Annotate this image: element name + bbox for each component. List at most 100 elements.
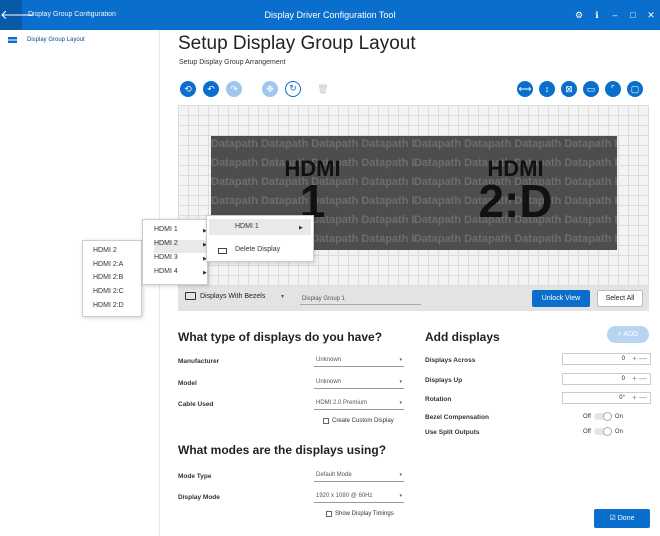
displays-heading: What type of displays do you have? (178, 330, 383, 344)
toggle-switch[interactable] (593, 427, 612, 436)
select-all-button[interactable]: Select All (597, 290, 643, 307)
plus-minus-icon[interactable]: + — (632, 374, 647, 384)
toggle-switch[interactable] (593, 412, 612, 421)
plus-minus-icon[interactable]: + — (632, 393, 647, 403)
model-label: Model (178, 380, 197, 387)
undo-icon[interactable]: ↶ (203, 81, 219, 97)
settings-gear-icon[interactable]: ⚙ (571, 0, 587, 30)
toggle-on-label: On (614, 413, 623, 420)
monitor-icon (218, 248, 227, 254)
app-window: 🡐 Display Group Configuration Display Dr… (0, 0, 660, 536)
checkbox-box (323, 418, 329, 424)
display-mode-value: 1920 x 1080 @ 60Hz (316, 493, 373, 499)
display-mode-label: Display Mode (178, 494, 220, 501)
menu-item-hdmi-2c[interactable]: HDMI 2:C (93, 288, 124, 295)
cable-select[interactable]: HDMI 2.0 Premium ▾ (314, 397, 404, 410)
stepper-value: 0 (621, 356, 625, 362)
plus-minus-icon[interactable]: + — (632, 354, 647, 364)
chevron-down-icon[interactable]: ▾ (281, 293, 284, 300)
sidebar-item-label: Display Group Layout (27, 37, 85, 43)
window-title: Display Driver Configuration Tool (264, 10, 396, 20)
mode-type-value: Default Mode (316, 472, 352, 478)
stepper-value: 0 (621, 376, 625, 382)
toggle-off-label: Off (583, 413, 591, 420)
displays-across-stepper[interactable]: 0 + — (562, 353, 651, 365)
fit-width-icon[interactable]: ⟷ (517, 81, 533, 97)
displays-across-label: Displays Across (425, 357, 476, 364)
stepper-value: 0° (619, 395, 625, 401)
unlock-view-button[interactable]: Unlock View (532, 290, 590, 307)
redo-icon[interactable]: ↷ (226, 81, 242, 97)
add-button[interactable]: + ADD (607, 326, 649, 343)
monitor-icon (185, 292, 196, 300)
rotate-icon[interactable]: ↻ (285, 81, 301, 97)
move-icon[interactable]: ✥ (262, 81, 278, 97)
chevron-down-icon: ▾ (399, 379, 402, 385)
port-menu: HDMI 1 ▶ HDMI 2 ▶ HDMI 3 ▶ HDMI 4 ▶ (142, 219, 208, 285)
menu-item-hdmi-2[interactable]: HDMI 2 (154, 240, 206, 253)
chevron-down-icon: ▾ (399, 357, 402, 363)
menu-item-hdmi-1[interactable]: HDMI 1 (154, 226, 178, 233)
manufacturer-select[interactable]: Unknown ▾ (314, 354, 404, 367)
checkbox-box (326, 511, 332, 517)
done-button[interactable]: ☑ Done (594, 509, 650, 528)
checkbox-label: Show Display Timings (335, 511, 394, 517)
mode-type-select[interactable]: Default Mode ▾ (314, 469, 404, 482)
menu-item-hdmi-3[interactable]: HDMI 3 (154, 254, 178, 261)
chevron-down-icon: ▾ (399, 400, 402, 406)
model-value: Unknown (316, 379, 342, 385)
cable-value: HDMI 2.0 Premium (316, 400, 368, 406)
menu-item-delete-display[interactable]: Delete Display (235, 246, 280, 253)
menu-item-hdmi-2[interactable]: HDMI 2 (93, 247, 117, 254)
manufacturer-label: Manufacturer (178, 358, 220, 365)
rotation-stepper[interactable]: 0° + — (562, 392, 651, 404)
page-title: Setup Display Group Layout (178, 33, 416, 54)
display-icon[interactable]: ▭ (583, 81, 599, 97)
split-outputs-label: Use Split Outputs (425, 429, 480, 436)
corner-icon[interactable]: ⌜ (605, 81, 621, 97)
fit-height-icon[interactable]: ↕ (539, 81, 555, 97)
trash-icon[interactable]: 🗑 (315, 81, 331, 97)
checkbox-label: Create Custom Display (332, 418, 394, 424)
close-button[interactable]: ✕ (643, 0, 659, 30)
layout-canvas[interactable]: Datapath Datapath Datapath Datapath Data… (178, 105, 649, 293)
info-icon[interactable]: ℹ (589, 0, 605, 30)
grid-icon[interactable]: ⊠ (561, 81, 577, 97)
menu-item-hdmi-4[interactable]: HDMI 4 (154, 268, 178, 275)
menu-item-hdmi-2b[interactable]: HDMI 2:B (93, 274, 123, 281)
bezel-selector[interactable]: Displays With Bezels (185, 292, 265, 300)
rotation-label: Rotation (425, 396, 452, 403)
chevron-down-icon: ▾ (399, 472, 402, 478)
displays-up-label: Displays Up (425, 377, 463, 384)
main-panel: Setup Display Group Layout Setup Display… (160, 30, 660, 536)
cable-label: Cable Used (178, 401, 214, 408)
group-name-input[interactable]: Display Group 1 (300, 293, 421, 305)
history-icon[interactable]: ⟲ (180, 81, 196, 97)
bezel-compensation-toggle[interactable]: Off On (583, 412, 623, 421)
mode-type-label: Mode Type (178, 473, 212, 480)
title-bar: 🡐 Display Group Configuration Display Dr… (0, 0, 660, 30)
menu-item-hdmi-1-highlight[interactable] (209, 219, 311, 235)
manufacturer-value: Unknown (316, 357, 342, 363)
page-subtitle: Setup Display Group Arrangement (179, 59, 286, 66)
menu-item-hdmi-1[interactable]: HDMI 1 (235, 223, 259, 230)
chevron-down-icon: ▾ (399, 493, 402, 499)
menu-item-hdmi-2a[interactable]: HDMI 2:A (93, 261, 123, 268)
menu-item-hdmi-2d[interactable]: HDMI 2:D (93, 302, 124, 309)
minimize-button[interactable]: – (607, 0, 623, 30)
model-select[interactable]: Unknown ▾ (314, 376, 404, 389)
maximize-button[interactable]: □ (625, 0, 641, 30)
sidebar-item-display-group-layout[interactable]: Display Group Layout (8, 37, 85, 43)
subport-menu: HDMI 2 HDMI 2:A HDMI 2:B HDMI 2:C HDMI 2… (82, 240, 142, 317)
view-bar: Displays With Bezels ▾ Display Group 1 U… (178, 286, 649, 311)
display-label-line2: 2:D (478, 175, 553, 227)
split-outputs-toggle[interactable]: Off On (583, 427, 623, 436)
add-displays-heading: Add displays (425, 330, 500, 344)
layout-icon (8, 37, 17, 43)
show-timings-checkbox[interactable]: Show Display Timings (326, 511, 394, 517)
displays-up-stepper[interactable]: 0 + — (562, 373, 651, 385)
display-hdmi-2d[interactable]: Datapath Datapath Datapath Datapath Data… (414, 136, 617, 250)
custom-display-checkbox[interactable]: Create Custom Display (323, 418, 394, 424)
fullscreen-icon[interactable]: ▢ (627, 81, 643, 97)
display-mode-select[interactable]: 1920 x 1080 @ 60Hz ▾ (314, 490, 404, 503)
